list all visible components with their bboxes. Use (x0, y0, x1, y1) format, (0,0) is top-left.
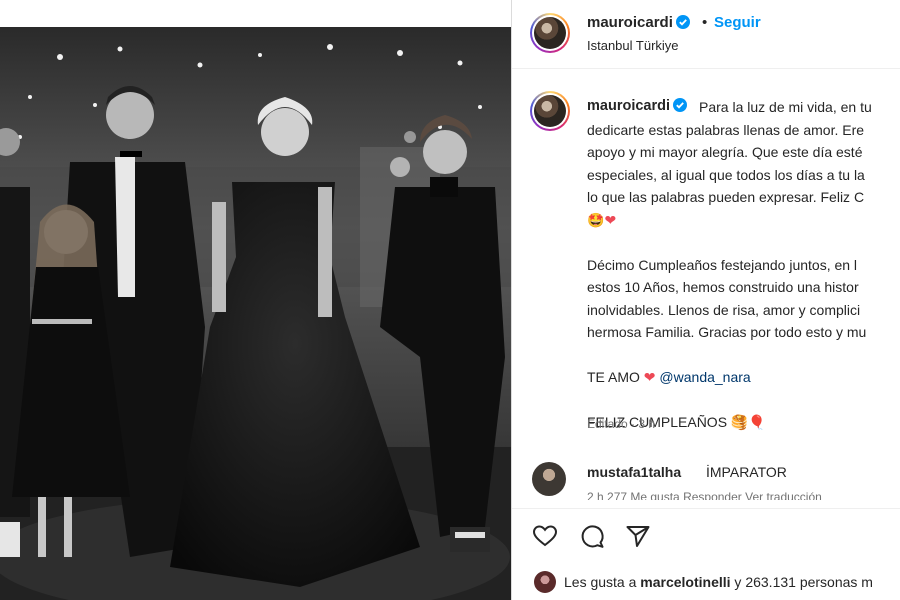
caption-avatar[interactable] (530, 91, 570, 131)
comment-username[interactable]: mustafa1talha (587, 464, 681, 480)
author-avatar-image (534, 17, 566, 49)
caption-para-1: Para la luz de mi vida, en tu dedicarte … (587, 99, 872, 205)
emoji-star-struck: 🤩 (587, 211, 605, 228)
author-avatar[interactable] (530, 13, 570, 53)
author-username[interactable]: mauroicardi (587, 14, 690, 31)
liker-avatar[interactable] (534, 571, 556, 593)
liker-username[interactable]: marcelotinelli (640, 574, 730, 590)
mention-link[interactable]: @wanda_nara (659, 369, 750, 385)
post-photo-image (0, 27, 511, 600)
verified-badge-icon (675, 15, 690, 29)
te-amo-text: TE AMO (587, 369, 640, 385)
comment-bubble-icon[interactable] (578, 522, 606, 550)
caption-avatar-image (534, 95, 566, 127)
paper-plane-icon[interactable] (624, 522, 652, 550)
red-heart-emoji: ❤ (604, 211, 617, 228)
commenter-avatar[interactable] (532, 462, 566, 496)
post-photo[interactable] (0, 27, 511, 600)
comment-text: İMPARATOR (706, 464, 787, 480)
pancake-balloon-emoji: 🥞🎈 (730, 414, 766, 430)
separator-dot: • (702, 14, 708, 31)
likes-summary[interactable]: Les gusta a marcelotinelli y 263.131 per… (564, 574, 873, 590)
post-location[interactable]: Istanbul Türkiye (587, 38, 679, 53)
red-heart-emoji-2: ❤ (643, 369, 656, 385)
comment-meta[interactable]: 2 h 277 Me gusta Responder Ver traducció… (587, 490, 822, 500)
top-strip (0, 0, 511, 27)
caption-text: Para la luz de mi vida, en tu dedicarte … (587, 96, 900, 434)
actions-divider (512, 508, 900, 509)
follow-button[interactable]: Seguir (714, 14, 761, 31)
caption-para-2: Décimo Cumpleaños festejando juntos, en … (587, 256, 867, 341)
heart-outline-icon[interactable] (531, 522, 559, 550)
post-side-panel: mauroicardi • Seguir Istanbul Türkiye ma… (512, 0, 900, 600)
edited-timestamp: Editado · 3 h (587, 417, 656, 431)
header-divider (512, 68, 900, 69)
